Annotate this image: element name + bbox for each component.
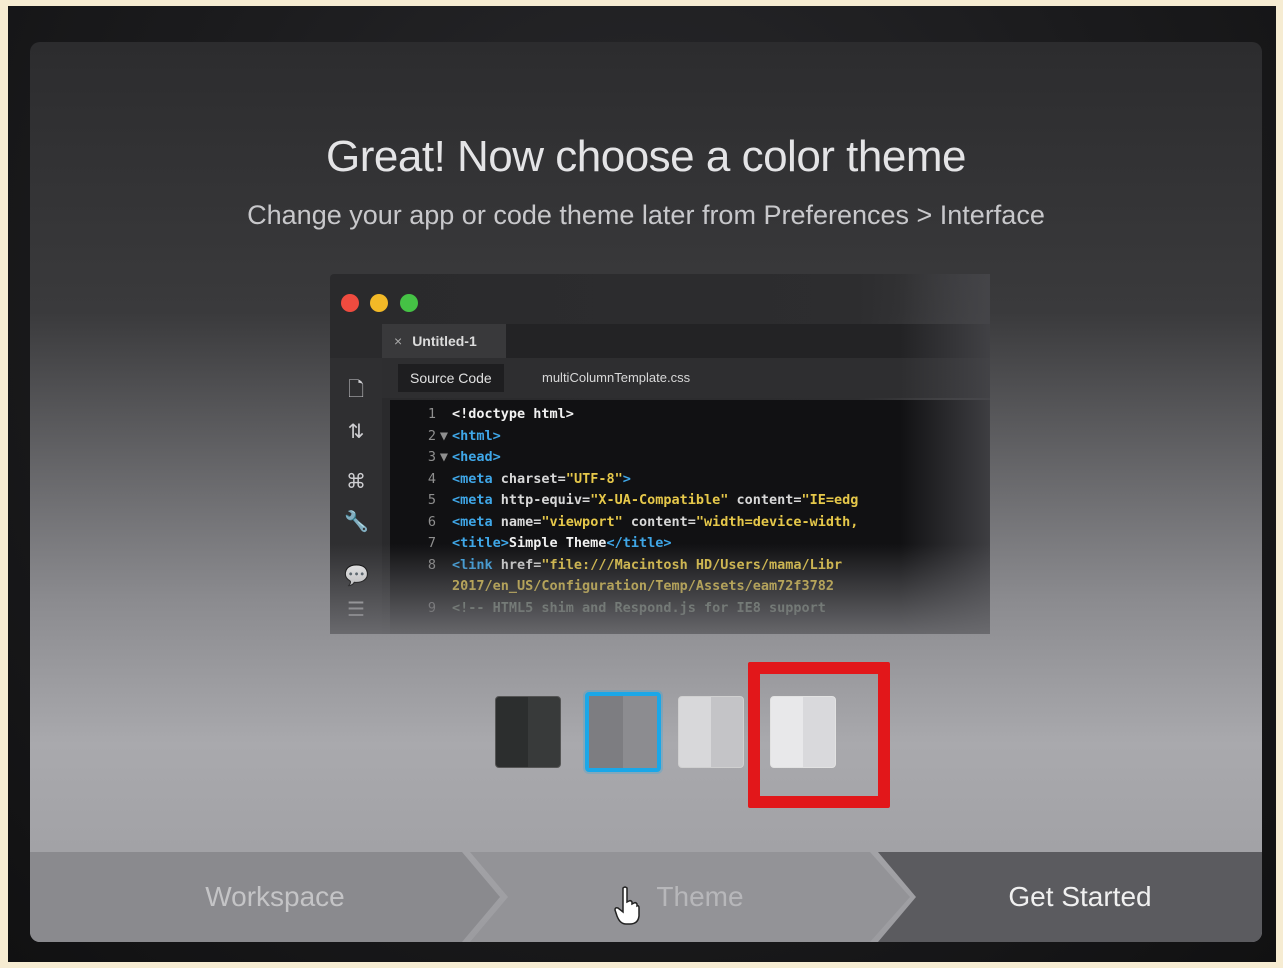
theme-swatch-dark[interactable] <box>495 696 561 768</box>
close-tab-icon: × <box>394 333 403 349</box>
annotation-highlight-box <box>748 662 890 808</box>
comment-icon: 💬 <box>344 565 369 587</box>
code-token: <link <box>452 556 501 573</box>
code-token: <title> <box>452 535 509 551</box>
wrench-icon: 🔧 <box>344 511 369 533</box>
code-token: "UTF-8" <box>565 470 623 487</box>
code-line: 2 ▼ <html> <box>390 426 501 446</box>
document-tab-bar: × Untitled-1 <box>382 324 990 358</box>
code-line: 3 ▼ <head> <box>390 447 501 467</box>
code-token: <meta <box>452 470 501 487</box>
code-token: <meta <box>452 492 501 508</box>
fold-marker: ▼ <box>439 427 449 444</box>
code-token: "file:///Macintosh HD/Users/mama/Libr <box>541 556 843 573</box>
code-token: 2017/en_US/Configuration/Temp/Assets/eam… <box>452 578 835 594</box>
editor-preview: × Untitled-1 Source Code multiColumnTemp… <box>330 274 990 634</box>
code-line: 2017/en_US/Configuration/Temp/Assets/eam… <box>390 576 834 596</box>
code-token: "IE=edg <box>801 492 859 508</box>
code-token: charset= <box>500 470 566 487</box>
side-toolbar: 🗋 ⇅ ⌘ 🔧 💬 ☰ <box>330 358 382 634</box>
code-token: Simple Theme <box>508 535 607 551</box>
code-view: 1 <!doctype html> 2 ▼ <html> 3 ▼ <head> 4 <meta c… <box>390 400 990 634</box>
code-token: name= <box>500 513 542 530</box>
step-theme-label: Theme <box>656 881 744 912</box>
line-number: 7 <box>427 535 436 551</box>
code-token: </title> <box>606 535 672 551</box>
related-file-tab: multiColumnTemplate.css <box>542 370 691 385</box>
code-token: <meta <box>452 513 501 530</box>
sort-icon: ⇅ <box>347 421 365 443</box>
code-line: 6 <meta name="viewport" content="width=de… <box>390 512 859 532</box>
line-number: 2 <box>427 427 436 444</box>
theme-swatch-medium[interactable] <box>585 692 661 772</box>
code-line: 5 <meta http-equiv="X-UA-Compatible" cont… <box>390 490 859 510</box>
dialog-title: Great! Now choose a color theme <box>326 132 966 181</box>
file-icon: 🗋 <box>347 379 365 401</box>
line-number: 1 <box>427 406 436 422</box>
welcome-dialog: Great! Now choose a color theme Change y… <box>30 42 1262 942</box>
code-line: 1 <!doctype html> <box>390 404 574 424</box>
code-token: > <box>622 470 631 487</box>
related-files-bar: Source Code multiColumnTemplate.css <box>382 358 990 398</box>
code-token: href= <box>500 556 542 573</box>
get-started-button[interactable]: Get Started <box>878 852 1262 942</box>
line-number: 5 <box>427 492 436 508</box>
step-workspace[interactable]: Workspace <box>30 852 500 942</box>
step-workspace-label: Workspace <box>205 881 345 912</box>
tree-icon: ⌘ <box>346 471 366 493</box>
code-line: 7 <title>Simple Theme</title> <box>390 533 672 553</box>
source-code-tab: Source Code <box>398 364 504 392</box>
code-token: <!-- HTML5 shim and Respond.js for IE8 s… <box>452 599 826 616</box>
code-token: <head> <box>452 449 501 465</box>
code-token: "viewport" <box>541 513 623 530</box>
step-theme[interactable]: Theme <box>470 852 910 942</box>
line-number: 4 <box>427 470 436 487</box>
code-token: http-equiv= <box>500 492 591 508</box>
code-line: 8 <link href="file:///Macintosh HD/Users/… <box>390 555 842 575</box>
code-token: "X-UA-Compatible" <box>590 492 729 508</box>
line-number: 3 <box>427 449 436 465</box>
document-tab-label: Untitled-1 <box>412 333 477 349</box>
code-line: 4 <meta charset="UTF-8"> <box>390 469 631 489</box>
code-token: <html> <box>452 427 501 444</box>
close-window-icon <box>341 294 359 312</box>
get-started-label: Get Started <box>1008 881 1152 912</box>
photo-frame: Great! Now choose a color theme Change y… <box>8 6 1276 962</box>
document-tab: × Untitled-1 <box>382 324 506 358</box>
fold-marker: ▼ <box>439 449 449 465</box>
line-number: 8 <box>427 556 436 573</box>
dialog-subtitle: Change your app or code theme later from… <box>247 200 1045 230</box>
theme-swatch-light[interactable] <box>678 696 744 768</box>
line-number: 9 <box>427 599 436 616</box>
minimize-window-icon <box>370 294 388 312</box>
line-number: 6 <box>427 513 436 530</box>
zoom-window-icon <box>400 294 418 312</box>
hand-cursor-icon <box>614 886 640 925</box>
code-line: 9 <!-- HTML5 shim and Respond.js for IE8 … <box>390 598 826 618</box>
code-token: "width=device-width, <box>695 513 859 530</box>
code-token: content= <box>622 513 696 530</box>
code-token: content= <box>728 492 802 508</box>
format-icon: ☰ <box>347 599 365 621</box>
setup-steps: Workspace Theme Get Started <box>30 852 1262 942</box>
code-token: <!doctype html> <box>452 406 574 422</box>
